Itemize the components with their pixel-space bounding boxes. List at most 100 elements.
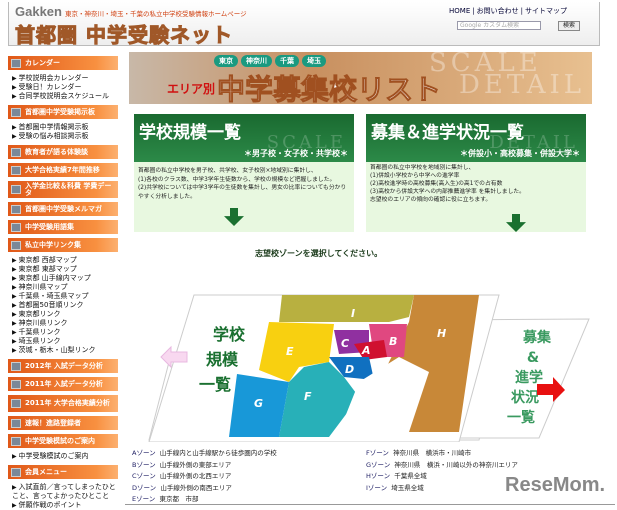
box-text: (2)共学校については中学3学年の生徒数を集計し、男女の比率についても分かりやす… xyxy=(138,185,347,200)
sidebar-header-label: 速報！進路登録者 xyxy=(25,418,81,427)
folder-icon xyxy=(11,418,21,428)
gakken-logo[interactable]: Gakken xyxy=(15,4,62,19)
sidebar-header-label: 2012年 入試データ分析 xyxy=(25,361,103,370)
left-label-1[interactable]: 学校 xyxy=(213,325,246,344)
zone-list-item[interactable]: Gゾーン 神奈川県 横浜・川崎以外の神奈川エリア xyxy=(366,460,518,472)
sidebar-section-header[interactable]: 入学金比較＆科費 学費データ xyxy=(8,181,118,198)
zone-label-e: E xyxy=(286,345,294,358)
zone-list-item[interactable]: Bゾーン 山手線外側の東部エリア xyxy=(132,460,277,472)
zone-key[interactable]: Cゾーン xyxy=(132,472,156,480)
sidebar-section-header[interactable]: 中学受験用語集 xyxy=(8,220,118,234)
search-input[interactable]: Google カスタム検索 xyxy=(457,21,541,30)
zone-key[interactable]: Iゾーン xyxy=(366,484,387,492)
right-label-1[interactable]: 募集 xyxy=(522,329,552,346)
box-title[interactable]: 学校規模一覧 xyxy=(139,118,241,143)
sidebar-header-label: 中学受験模試のご案内 xyxy=(25,436,95,445)
sidebar-link[interactable]: 東京都 東部マップ xyxy=(8,265,118,274)
sidebar-section-header[interactable]: 首都圏中学受験メルマガ xyxy=(8,202,118,216)
sidebar-link[interactable]: 埼玉県リンク xyxy=(8,337,118,346)
zone-list-item[interactable]: Fゾーン 神奈川県 横浜市・川崎市 xyxy=(366,448,518,460)
zone-key[interactable]: Dゾーン xyxy=(132,484,156,492)
contact-link[interactable]: お問い合わせ xyxy=(477,7,519,15)
zone-prompt: 志望校ゾーンを選択してください。 xyxy=(255,249,383,258)
zone-key[interactable]: Aゾーン xyxy=(132,449,156,457)
sidebar-section-header[interactable]: 2011年 大学合格実績分析 xyxy=(8,395,118,412)
sidebar-link[interactable]: 入試直前／言ってしまったひとこと、言ってよかったひとこと xyxy=(8,483,118,501)
banner-area-label: エリア別 xyxy=(167,82,216,96)
left-label-2[interactable]: 規模 xyxy=(206,350,239,369)
zone-i[interactable] xyxy=(279,295,414,322)
recruitment-box[interactable]: DETAIL 募集＆進学状況一覧 ＊併設小・高校募集・併設大学＊ 首都圏の私立中学校… xyxy=(366,114,586,232)
site-title-logo[interactable]: 首都圏 中学受験ネット xyxy=(15,19,233,48)
sidebar-link[interactable]: 首都圏中学情報掲示板 xyxy=(8,123,118,132)
right-label-4[interactable]: 状況 xyxy=(511,389,539,406)
sidebar-header-label: 首都圏中学受験掲示板 xyxy=(25,107,95,116)
zone-list-item[interactable]: Aゾーン 山手線内と山手線駅から徒歩圏内の学校 xyxy=(132,448,277,460)
search-button[interactable]: 検索 xyxy=(558,21,580,31)
sidebar-section-header[interactable]: 教育者が語る体験談 xyxy=(8,145,118,159)
sidebar-section-header[interactable]: 中学受験模試のご案内 xyxy=(8,434,118,448)
folder-icon xyxy=(11,58,21,68)
zone-desc: 東京都 市部 xyxy=(159,495,199,503)
zone-key[interactable]: Gゾーン xyxy=(366,461,390,469)
zone-label-i: I xyxy=(351,307,355,320)
sidebar-link[interactable]: 千葉県リンク xyxy=(8,328,118,337)
zone-key[interactable]: Hゾーン xyxy=(366,472,390,480)
down-arrow-icon[interactable] xyxy=(224,208,244,226)
zone-key[interactable]: Bゾーン xyxy=(132,461,156,469)
zone-key[interactable]: Eゾーン xyxy=(132,495,155,503)
sidebar-link[interactable]: 東京都リンク xyxy=(8,310,118,319)
box-text: (2)高校進学時の高校募集(高入生)の高1での占有数 xyxy=(370,181,503,187)
sidebar-link[interactable]: 東京都 西部マップ xyxy=(8,256,118,265)
right-label-5[interactable]: 一覧 xyxy=(507,409,535,426)
sidebar-link[interactable]: 首都圏50音順リンク xyxy=(8,301,118,310)
zone-label-c: C xyxy=(341,337,349,350)
down-arrow-icon[interactable] xyxy=(506,214,526,232)
box-subtitle: ＊併設小・高校募集・併設大学＊ xyxy=(460,149,580,158)
sidebar-section-header[interactable]: 2012年 入試データ分析 xyxy=(8,359,118,373)
sidebar-section-header[interactable]: 速報！進路登録者 xyxy=(8,416,118,430)
sidebar-section-header[interactable]: カレンダー xyxy=(8,56,118,70)
box-title[interactable]: 募集＆進学状況一覧 xyxy=(371,118,524,143)
box-text: (1)各校のクラス数、中学3学年生徒数から、学校の規模など把握しました。 xyxy=(138,176,336,183)
school-scale-box[interactable]: SCALE 学校規模一覧 ＊男子校・女子校・共学校＊ 首都圏の私立中学校を男子校、共… xyxy=(134,114,354,232)
sitemap-link[interactable]: サイトマップ xyxy=(525,7,567,15)
folder-icon xyxy=(11,165,21,175)
zone-desc: 千葉県全域 xyxy=(394,472,427,480)
zone-key[interactable]: Fゾーン xyxy=(366,449,389,457)
sidebar-link[interactable]: 学校説明会カレンダー xyxy=(8,74,118,83)
zone-list-item[interactable]: Hゾーン 千葉県全域 xyxy=(366,471,518,483)
region-chiba: 千葉 xyxy=(275,55,299,67)
zone-list-item[interactable]: Cゾーン 山手線外側の北西エリア xyxy=(132,471,277,483)
sidebar-link[interactable]: 神奈川県リンク xyxy=(8,319,118,328)
folder-icon xyxy=(11,185,21,194)
sidebar-section-header[interactable]: 私立中学リンク集 xyxy=(8,238,118,252)
folder-icon xyxy=(11,240,21,250)
box-text: 首都圏の私立中学校を地域別に集計し、 xyxy=(370,165,475,171)
sidebar-link[interactable]: 受験の悩み相談掲示板 xyxy=(8,132,118,141)
home-link[interactable]: HOME xyxy=(449,7,470,15)
sidebar-header-label: カレンダー xyxy=(25,58,60,67)
sidebar-header-label: 2011年 入試データ分析 xyxy=(25,379,103,388)
sidebar-section-header[interactable]: 会員メニュー xyxy=(8,465,118,479)
left-label-3[interactable]: 一覧 xyxy=(199,375,231,394)
sidebar-link[interactable]: 神奈川県マップ xyxy=(8,283,118,292)
sidebar-link[interactable]: 合同学校説明会スケジュール xyxy=(8,92,118,101)
sidebar-link[interactable]: 千葉県・埼玉県マップ xyxy=(8,292,118,301)
box-text: (3)高校から併設大学への内部推薦進学率 を集計しました。 xyxy=(370,189,525,195)
sidebar-link[interactable]: 東京都 山手線内マップ xyxy=(8,274,118,283)
sidebar-link[interactable]: 茨城・栃木・山梨リンク xyxy=(8,346,118,355)
sidebar-section-header[interactable]: 首都圏中学受験掲示板 xyxy=(8,105,118,119)
right-label-3[interactable]: 進学 xyxy=(515,369,543,386)
right-label-2[interactable]: & xyxy=(527,350,539,366)
zone-label-a: A xyxy=(361,344,371,357)
sidebar-link[interactable]: 受験日！カレンダー xyxy=(8,83,118,92)
zone-list-item[interactable]: Dゾーン 山手線外側の南西エリア xyxy=(132,483,277,495)
folder-icon xyxy=(11,361,21,371)
sidebar-link[interactable]: 中学受験模試のご案内 xyxy=(8,452,118,461)
zone-desc: 山手線内と山手線駅から徒歩圏内の学校 xyxy=(159,449,277,457)
sidebar-link[interactable]: 併願作戦のポイント xyxy=(8,501,118,510)
zone-list-item[interactable]: Iゾーン 埼玉県全域 xyxy=(366,483,518,495)
sidebar-section-header[interactable]: 2011年 入試データ分析 xyxy=(8,377,118,391)
sidebar-section-header[interactable]: 大学合格実績7年間推移 xyxy=(8,163,118,177)
